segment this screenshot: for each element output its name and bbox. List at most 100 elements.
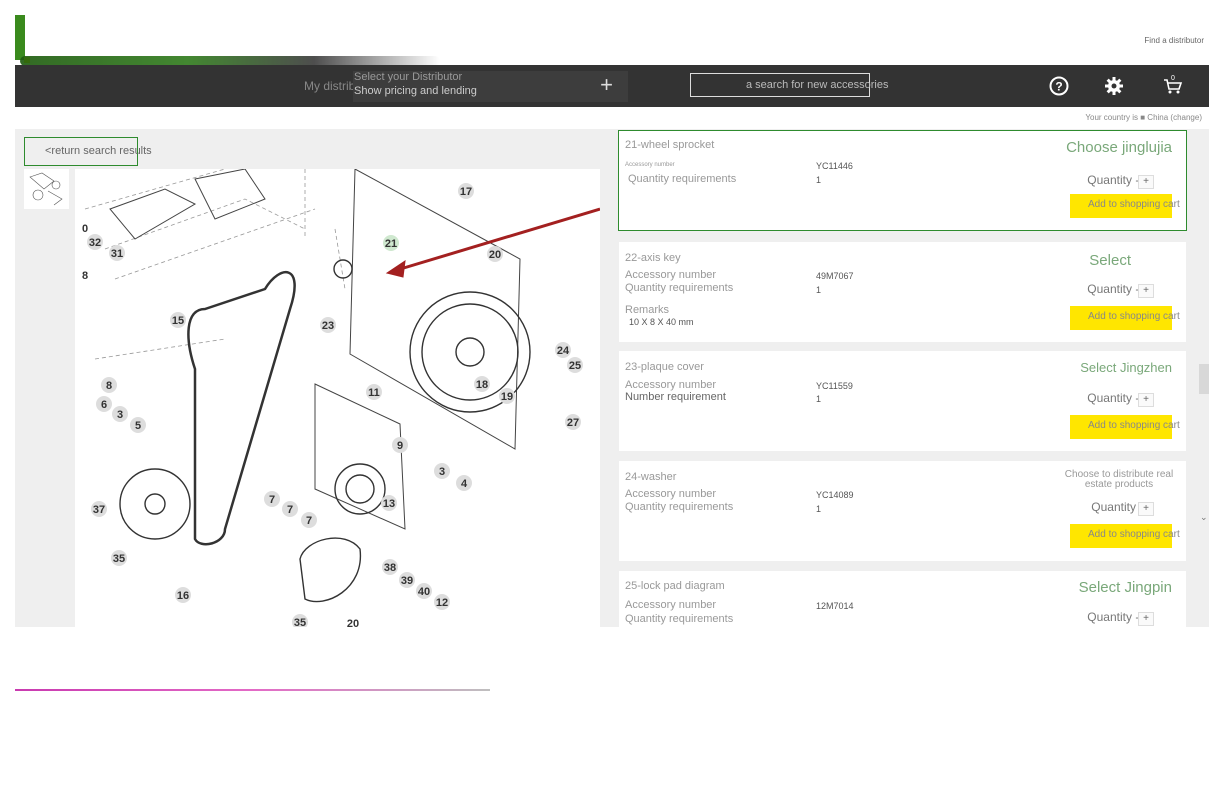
add-to-cart-button[interactable]: Add to shopping cart [1070, 306, 1180, 330]
quantity-plus-button[interactable]: + [1138, 502, 1154, 516]
callout-label: 13 [383, 498, 395, 510]
callout-label: 9 [397, 440, 403, 452]
choose-distributor-link[interactable]: Select Jingzhen [1080, 360, 1172, 375]
part-name[interactable]: 23-plaque cover [625, 361, 704, 373]
callout-label: 19 [501, 391, 513, 403]
part-name[interactable]: 21-wheel sprocket [625, 139, 714, 151]
quantity-requirements-label: Number requirement [625, 391, 726, 403]
add-to-cart-button[interactable]: Add to shopping cart [1070, 194, 1180, 218]
accessory-number: YC11446 [816, 161, 853, 171]
choose-distributor-link[interactable]: Choose to distribute real estate product… [1064, 470, 1174, 490]
part-card[interactable]: 24-washer Accessory number YC14089 Quant… [619, 461, 1186, 561]
part-name[interactable]: 24-washer [625, 471, 676, 483]
callout-label: 6 [101, 399, 107, 411]
help-icon[interactable]: ? [1049, 76, 1069, 96]
callout-label: 7 [269, 494, 275, 506]
callout-label: 40 [418, 586, 430, 598]
quantity-requirements-label: Quantity requirements [625, 613, 734, 625]
callout-label: 15 [172, 315, 184, 327]
callout-label: 23 [322, 320, 334, 332]
add-to-cart-label: Add to shopping cart [1088, 529, 1180, 540]
callout-label: 0 [82, 223, 88, 235]
accessory-label: Accessory number [625, 379, 717, 391]
gear-icon[interactable] [1104, 76, 1124, 96]
parts-list: 21-wheel sprocket Accessory number YC114… [618, 129, 1187, 627]
add-to-cart-label: Add to shopping cart [1088, 420, 1180, 431]
callout-label: 35 [113, 553, 125, 565]
accessory-label: Accessory number [625, 269, 717, 281]
add-to-cart-label: Add to shopping cart [1088, 311, 1180, 322]
diagram-callouts: 32 31 15 8 6 3 5 37 35 16 23 21 20 17 24… [82, 183, 583, 627]
brand-logo[interactable] [15, 15, 25, 60]
callout-label: 20 [347, 618, 359, 627]
callout-label: 8 [82, 270, 88, 282]
add-to-cart-button[interactable]: Add to shopping cart [1070, 524, 1180, 548]
callout-label: 25 [569, 360, 581, 372]
part-card[interactable]: 21-wheel sprocket Accessory number YC114… [618, 130, 1187, 231]
callout-label: 7 [306, 515, 312, 527]
callout-label: 20 [489, 249, 501, 261]
plus-icon[interactable]: + [600, 74, 613, 96]
quantity-plus-button[interactable]: + [1138, 284, 1154, 298]
my-distributor-label[interactable]: My distrib [304, 79, 355, 93]
main-content: <return search results 32 31 15 8 6 3 5 … [15, 129, 1209, 627]
accessory-number: YC11559 [816, 381, 853, 391]
accessory-number: YC14089 [816, 490, 854, 500]
callout-label: 21 [385, 238, 397, 250]
callout-label: 3 [117, 409, 123, 421]
callout-label: 11 [368, 387, 380, 399]
quantity-plus-button[interactable]: + [1138, 612, 1154, 626]
quantity-requirements-value: 1 [816, 504, 822, 514]
cart-icon[interactable]: 0 [1162, 74, 1183, 94]
callout-label: 18 [476, 379, 488, 391]
navbar: My distrib Select your Distributor Show … [15, 65, 1209, 107]
select-distributor-text: Select your Distributor [354, 71, 463, 83]
add-to-cart-button[interactable]: Add to shopping cart [1070, 415, 1180, 439]
accessory-number: 49M7067 [816, 271, 854, 281]
callout-label: 5 [135, 420, 141, 432]
accessory-number: 12M7014 [816, 601, 854, 611]
remarks-label: Remarks [625, 304, 670, 316]
show-pricing-text: Show pricing and lending [354, 85, 477, 97]
chevron-down-icon[interactable]: ⌄ [1200, 512, 1208, 523]
add-to-cart-label: Add to shopping cart [1088, 199, 1180, 210]
svg-text:?: ? [1055, 80, 1062, 94]
choose-distributor-link[interactable]: Select Jingpin [1079, 579, 1172, 596]
search-input[interactable]: a search for new accessories [690, 73, 888, 97]
callout-label: 16 [177, 590, 189, 602]
quantity-requirements-value: 1 [816, 394, 822, 404]
part-card[interactable]: 25-lock pad diagram Accessory number 12M… [619, 571, 1186, 627]
callout-label: 3 [439, 466, 445, 478]
cart-count: 0 [1171, 75, 1175, 82]
choose-distributor-link[interactable]: Choose jinglujia [1066, 139, 1172, 156]
callout-label: 38 [384, 562, 396, 574]
part-card[interactable]: 22-axis key Accessory number 49M7067 Qua… [619, 242, 1186, 342]
callout-label: 12 [436, 597, 448, 609]
parts-diagram: 32 31 15 8 6 3 5 37 35 16 23 21 20 17 24… [75, 169, 600, 627]
find-distributor-link[interactable]: Find a distributor [1144, 36, 1204, 45]
part-name[interactable]: 25-lock pad diagram [625, 580, 725, 592]
part-card[interactable]: 23-plaque cover Accessory number YC11559… [619, 351, 1186, 451]
country-indicator[interactable]: Your country is ■ China (change) [1085, 113, 1202, 122]
scrollbar-track-top[interactable] [1199, 364, 1209, 394]
accessory-label: Accessory number [625, 599, 717, 611]
callout-label: 24 [557, 345, 570, 357]
callout-label: 32 [89, 237, 101, 249]
scrollbar[interactable]: ⌄ [1199, 364, 1209, 524]
callout-label: 8 [106, 380, 112, 392]
quantity-plus-button[interactable]: + [1138, 393, 1154, 407]
callout-label: 27 [567, 417, 579, 429]
part-name[interactable]: 22-axis key [625, 252, 681, 264]
distributor-selector[interactable]: Select your Distributor Show pricing and… [353, 71, 628, 102]
quantity-requirements-label: Quantity requirements [625, 501, 734, 513]
remarks-value: 10 X 8 X 40 mm [629, 317, 694, 327]
diagram-thumbnail[interactable] [24, 169, 69, 209]
quantity-requirements-label: Quantity requirements [625, 282, 734, 294]
return-search-results-button[interactable]: <return search results [24, 137, 152, 166]
quantity-plus-button[interactable]: + [1138, 175, 1154, 189]
quantity-requirements-value: 1 [816, 285, 822, 295]
accessory-label: Accessory number [625, 162, 675, 168]
quantity-requirements-label: Quantity requirements [628, 173, 737, 185]
bottom-divider [15, 689, 490, 691]
choose-distributor-link[interactable]: Select [1089, 252, 1131, 269]
